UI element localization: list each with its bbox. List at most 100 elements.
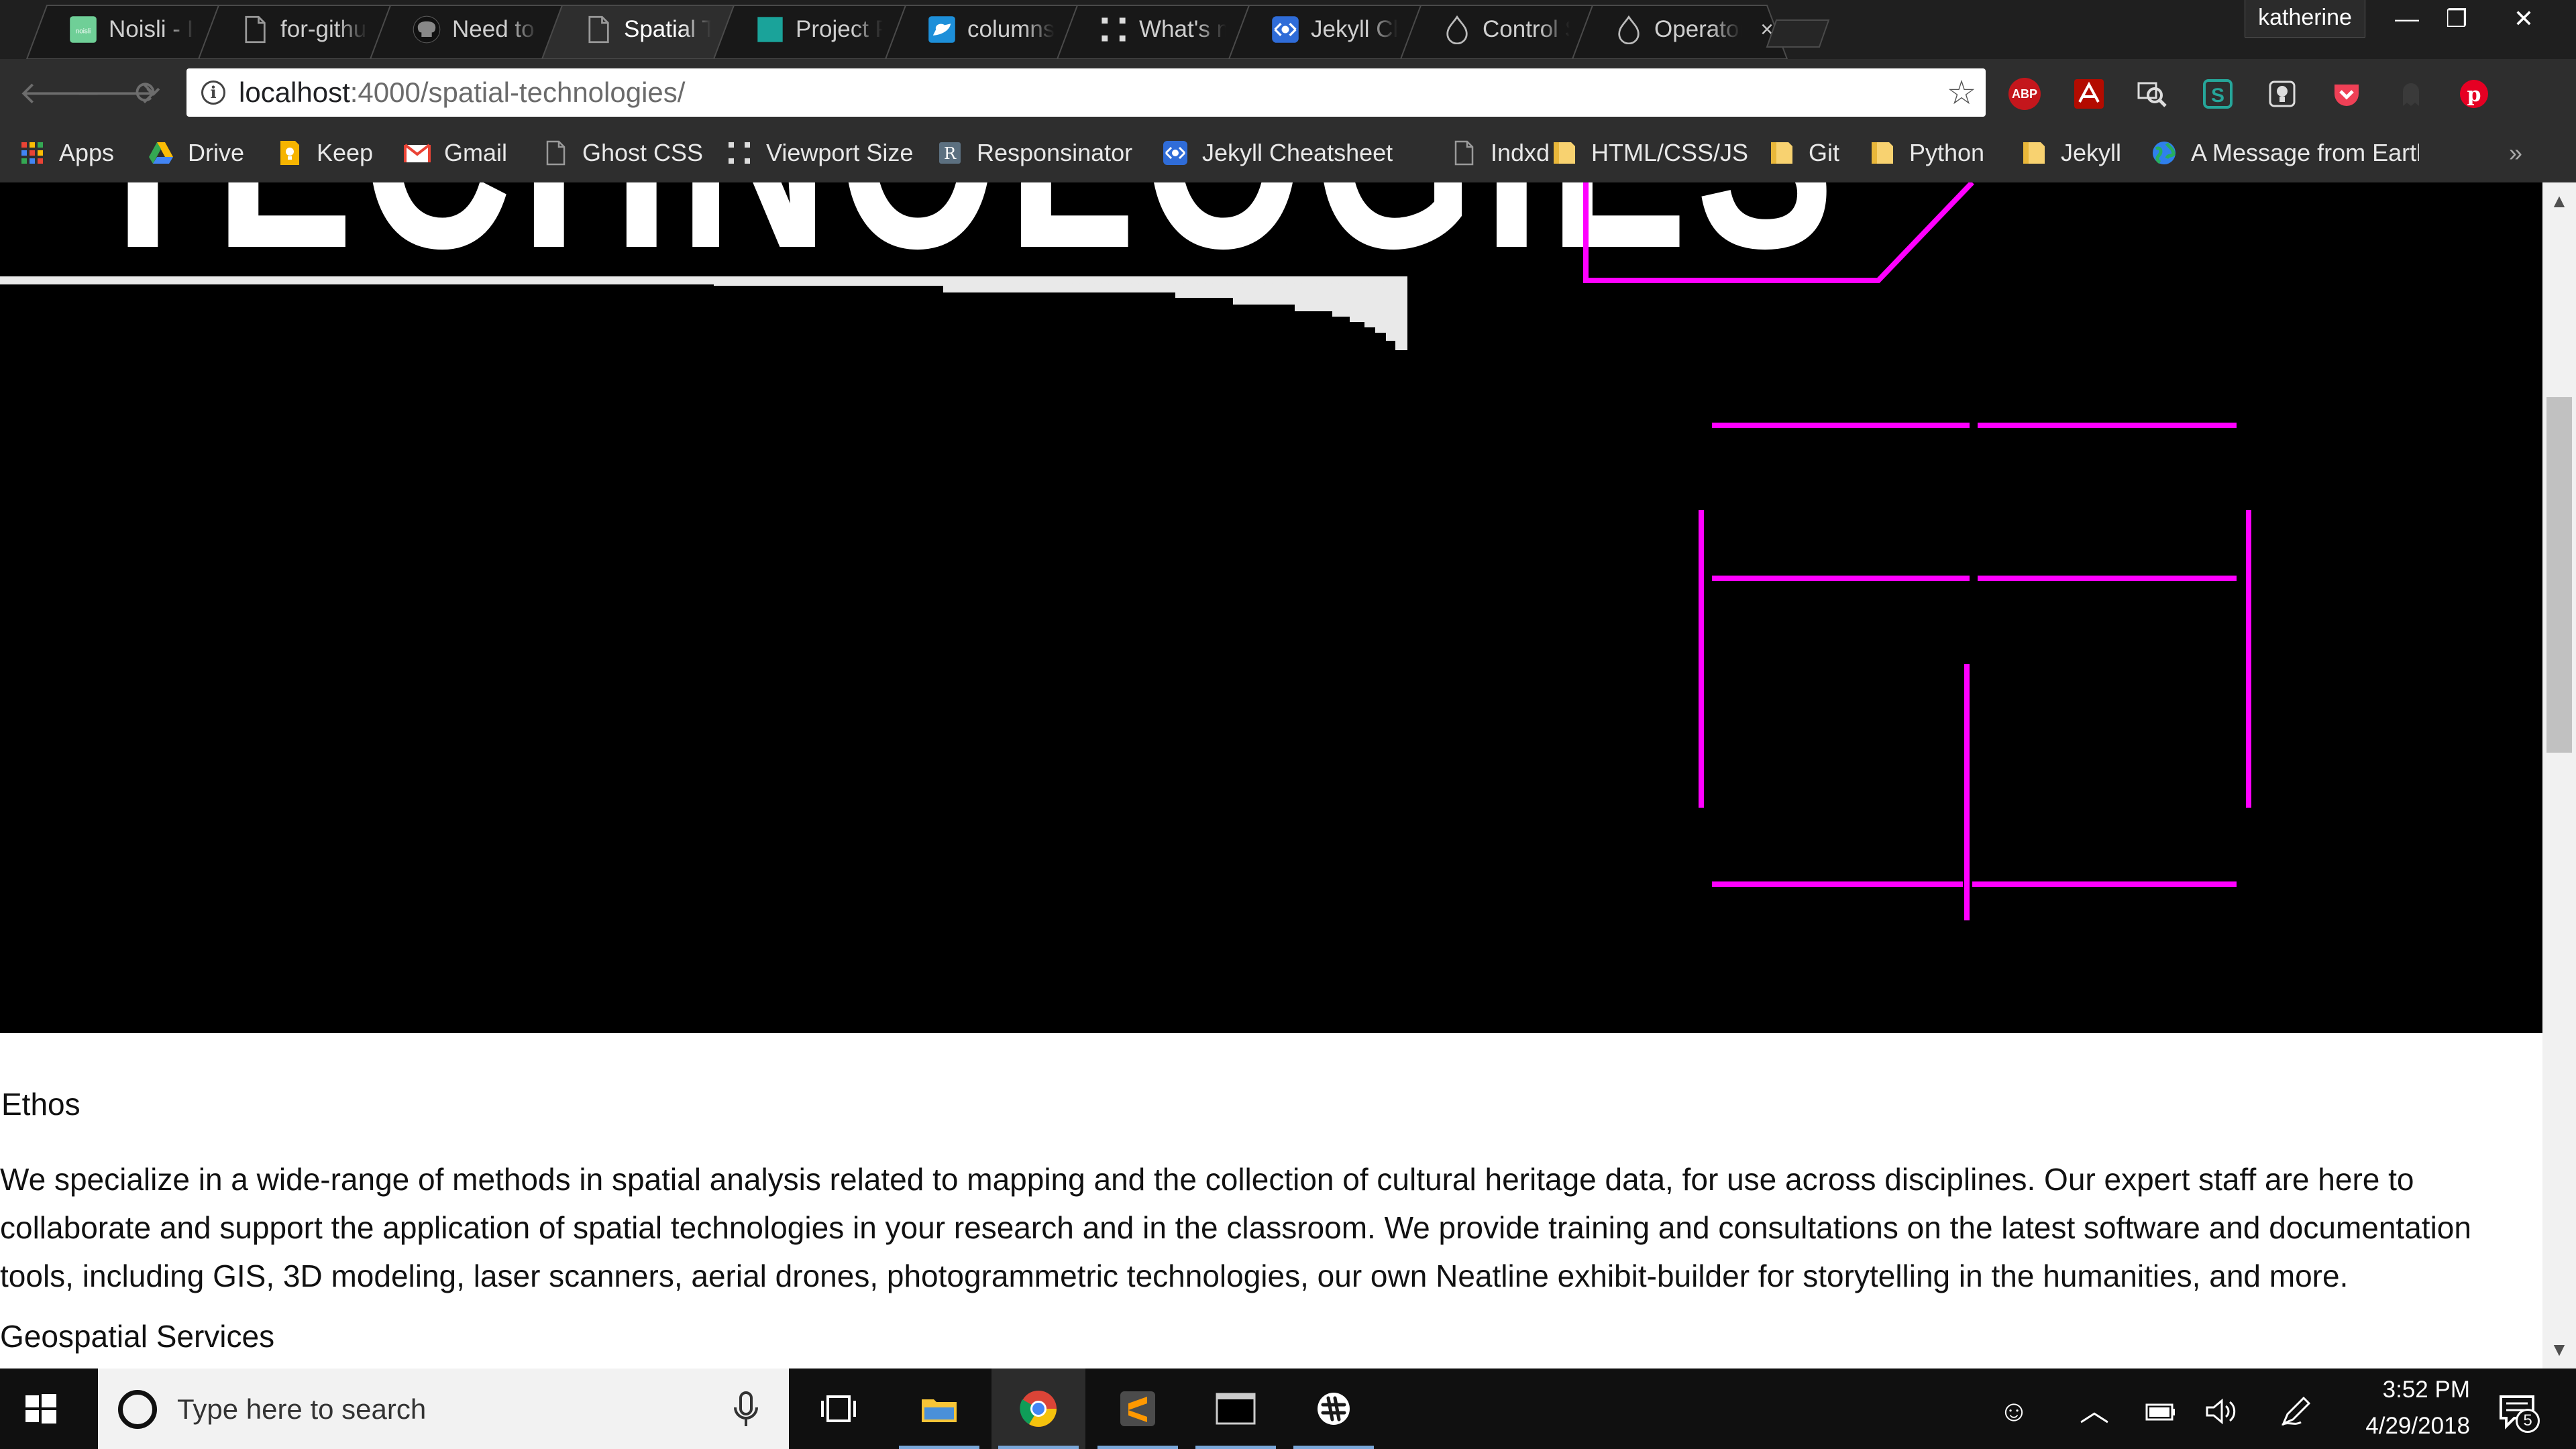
pen-workspace-icon[interactable] — [2278, 1394, 2313, 1429]
bookmark-label: Drive — [188, 139, 245, 166]
info-icon[interactable]: i — [201, 80, 225, 105]
bookmark-item[interactable]: Indxd — [1450, 133, 1550, 173]
hero-banner: TECHNOLOGIES — [0, 182, 2542, 1033]
floor-plan-lines — [1583, 182, 2251, 920]
taskbar-search-placeholder[interactable]: Type here to search — [177, 1389, 426, 1430]
s-extension-icon[interactable]: S — [2202, 78, 2234, 110]
tab-title: Project Page — [796, 16, 883, 42]
folder-icon — [1551, 140, 1578, 166]
task-view-button[interactable] — [792, 1368, 885, 1449]
page-viewport: TECHNOLOGIES Ethos We specialize in a wi — [0, 182, 2542, 1368]
inspect-icon[interactable] — [2136, 78, 2168, 110]
new-tab-icon — [1766, 19, 1830, 48]
tab-title: Control Structures — [1483, 16, 1570, 42]
pinterest-icon[interactable]: p — [2458, 78, 2490, 110]
svg-text:R: R — [944, 144, 957, 163]
tab-title: Jekyll Cheatsheet — [1311, 16, 1398, 42]
restore-button[interactable]: ❐ — [2435, 0, 2478, 38]
microphone-icon[interactable] — [731, 1391, 761, 1428]
bookmark-item[interactable]: Jekyll — [2021, 133, 2121, 173]
windows-start-icon[interactable] — [20, 1389, 60, 1429]
bookmark-item[interactable]: HTML/CSS/JS — [1551, 133, 1748, 173]
clock-time[interactable]: 3:52 PM — [2336, 1374, 2470, 1406]
tab-title: columns — [967, 16, 1055, 42]
section-heading-ethos: Ethos — [1, 1087, 80, 1122]
bookmark-item[interactable]: Viewport Size — [726, 133, 913, 173]
show-hidden-icons-chevron-icon[interactable]: ︿ — [2077, 1394, 2112, 1429]
lightbulb-icon[interactable] — [2266, 78, 2298, 110]
clock-date[interactable]: 4/29/2018 — [2322, 1410, 2470, 1442]
ghostery-icon[interactable] — [2395, 78, 2427, 110]
scrollbar-track[interactable] — [2542, 182, 2576, 1368]
bookmark-item[interactable]: Jekyll Cheatsheet — [1162, 133, 1393, 173]
adblock-plus-icon[interactable]: ABP — [2008, 78, 2041, 110]
tab-title: Spatial Technologies — [624, 16, 711, 42]
svg-text:S: S — [2211, 85, 2224, 107]
page-icon — [1450, 140, 1477, 166]
battery-icon[interactable] — [2143, 1394, 2178, 1429]
page-icon — [542, 140, 569, 166]
profile-button[interactable]: katherine — [2245, 0, 2365, 38]
acrobat-icon[interactable] — [2073, 78, 2105, 110]
forward-button[interactable]: 🡒 — [75, 76, 158, 109]
tab-title: What's my viewport — [1139, 16, 1226, 42]
floor-plan-top-room — [1583, 182, 1974, 283]
section-heading-geospatial: Geospatial Services — [0, 1319, 275, 1354]
reload-button[interactable]: ⟳ — [131, 76, 164, 109]
bookmark-label: Jekyll — [2061, 139, 2122, 166]
teal-square-icon — [755, 15, 785, 44]
slack-button[interactable] — [1287, 1368, 1381, 1449]
bookmark-label: A Message from Earth — [2191, 139, 2419, 166]
volume-icon[interactable] — [2203, 1394, 2238, 1429]
bookmark-label: Git — [1809, 139, 1840, 166]
folder-icon — [1869, 140, 1896, 166]
url-text[interactable]: localhost:4000/spatial-technologies/ — [239, 75, 685, 110]
bookmark-item[interactable]: Python — [1869, 133, 1984, 173]
bookmark-label: Apps — [59, 139, 115, 166]
pocket-icon[interactable] — [2330, 78, 2363, 110]
notification-count-badge: 5 — [2516, 1409, 2540, 1433]
bookmark-item[interactable]: Gmail — [404, 133, 507, 173]
earth-icon — [2151, 140, 2178, 166]
people-icon[interactable]: ☺ — [1996, 1394, 2031, 1429]
folder-icon — [1768, 140, 1795, 166]
svg-text:p: p — [2467, 83, 2481, 107]
bookmark-item[interactable]: Drive — [148, 133, 244, 173]
file-explorer-button[interactable] — [892, 1368, 986, 1449]
noisli-icon: noisli — [68, 15, 98, 44]
scrollbar-thumb[interactable] — [2546, 397, 2572, 753]
tab-title: Operators — [1654, 16, 1741, 42]
bookmarks-overflow-button[interactable]: » — [2509, 133, 2522, 173]
task-view-icon — [821, 1395, 856, 1422]
drupal-icon — [1442, 15, 1472, 45]
bookmark-item[interactable]: Git — [1768, 133, 1839, 173]
browser-tab[interactable]: Operators× — [1571, 0, 1788, 60]
bookmark-item[interactable]: R Responsinator — [936, 133, 1132, 173]
folder-icon — [2021, 140, 2047, 166]
bookmark-item[interactable]: Keep — [276, 133, 373, 173]
drupal-icon — [1614, 15, 1644, 45]
minimize-button[interactable]: — — [2385, 0, 2428, 38]
scroll-up-arrow-icon[interactable]: ▲ — [2542, 186, 2576, 216]
chrome-icon — [1020, 1391, 1057, 1427]
terminal-button[interactable] — [1189, 1368, 1283, 1449]
new-tab-button[interactable] — [1764, 0, 1831, 59]
bookmark-label: Python — [1909, 139, 1985, 166]
bookmark-item[interactable]: A Message from Earth — [2151, 133, 2419, 173]
floor-plan-illustration — [1583, 182, 2251, 920]
cortana-icon[interactable] — [118, 1390, 157, 1429]
back-button[interactable]: 🡐 — [19, 76, 101, 109]
scroll-down-arrow-icon[interactable]: ▼ — [2542, 1335, 2576, 1364]
bookmark-star-icon[interactable]: ☆ — [1943, 74, 1980, 111]
sublime-text-icon — [1120, 1391, 1155, 1426]
sublime-text-button[interactable] — [1091, 1368, 1185, 1449]
apps-grid-icon — [19, 140, 46, 166]
bookmark-item[interactable]: Apps — [19, 133, 114, 173]
close-window-button[interactable]: ✕ — [2502, 0, 2545, 38]
bookmark-item[interactable]: Ghost CSS — [542, 133, 703, 173]
devhints-icon — [1271, 15, 1300, 44]
chrome-taskbar-button[interactable] — [991, 1368, 1085, 1449]
drive-icon — [148, 140, 174, 166]
viewport-icon — [1099, 15, 1128, 44]
bookmark-label: Ghost CSS — [582, 139, 704, 166]
